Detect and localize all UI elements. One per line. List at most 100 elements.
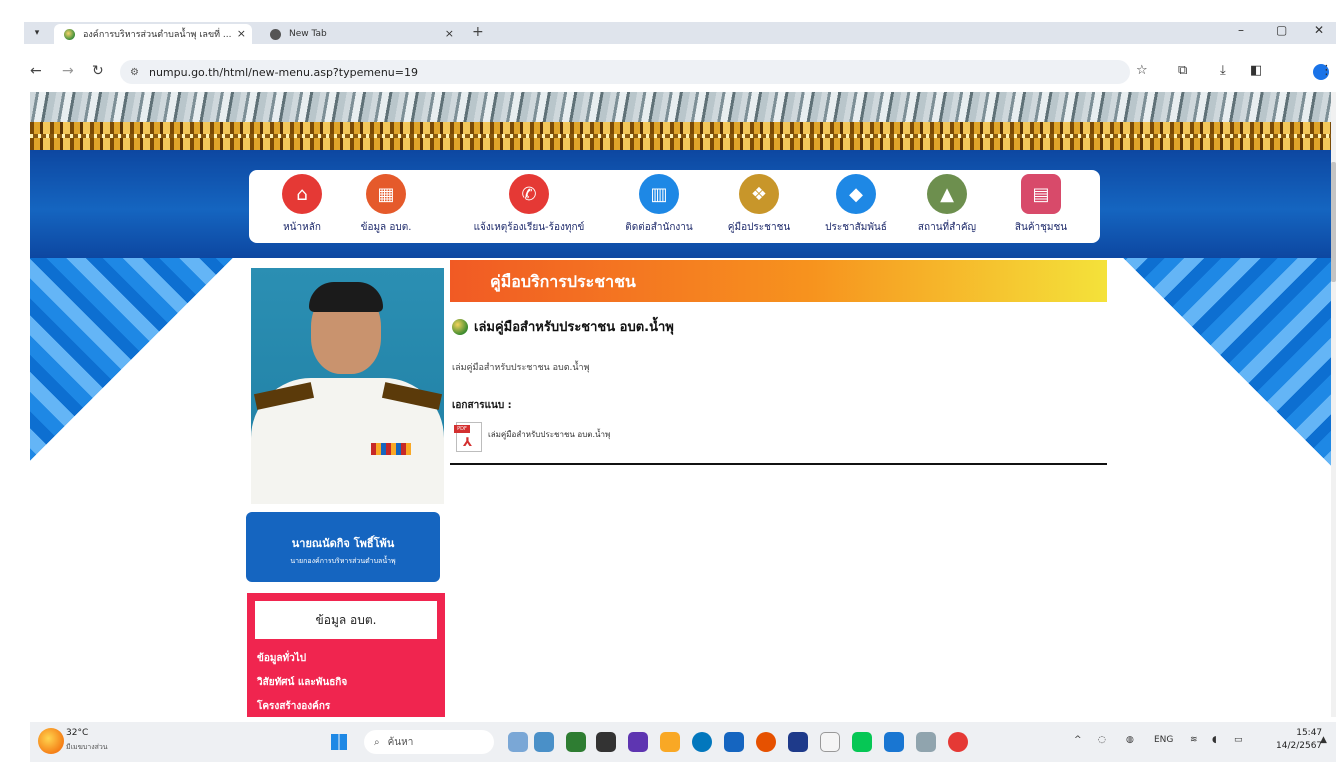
tab-new-tab[interactable]: New Tab × <box>260 24 460 44</box>
search-icon: ⌕ <box>374 736 380 748</box>
menu-item-label: ข้อมูล อบต. <box>360 222 412 233</box>
reload-button[interactable]: ↻ <box>92 63 104 79</box>
tab-close-icon[interactable]: × <box>237 27 246 40</box>
menu-item-places[interactable]: ▲ สถานที่สำคัญ <box>905 174 989 235</box>
weather-desc: มีเมฆบางส่วน <box>66 743 108 751</box>
menu-item-label: สินค้าชุมชน <box>1014 222 1068 233</box>
tray-app-icon[interactable]: ◍ <box>1126 735 1134 745</box>
app-icon[interactable] <box>566 732 586 752</box>
info-sidebar-title: ข้อมูล อบต. <box>255 601 437 639</box>
menu-item-label: หน้าหลัก <box>283 222 321 233</box>
weather-icon[interactable] <box>38 728 64 754</box>
header-banner-image <box>30 92 1331 122</box>
back-button[interactable]: ← <box>30 63 42 79</box>
extensions-icon[interactable]: ⧉ <box>1178 63 1187 78</box>
attachment-link[interactable]: เล่มคู่มือสำหรับประชาชน อบต.น้ำพุ <box>488 428 610 441</box>
document-title: เล่มคู่มือสำหรับประชาชน อบต.น้ำพุ <box>452 316 674 337</box>
restore-button[interactable]: ▢ <box>1276 23 1287 37</box>
wifi-icon[interactable]: ≋ <box>1190 735 1198 745</box>
sidebar-link-structure[interactable]: โครงสร้างองค์กร <box>257 699 330 714</box>
mayor-name-card: นายณนัดกิจ โพธิ์โพ้น นายกองค์การบริหารส่… <box>246 512 440 582</box>
tab-active[interactable]: องค์การบริหารส่วนตำบลน้ำพุ เลขที่ ... × <box>54 24 252 44</box>
decorative-pattern-right <box>1108 258 1331 468</box>
more-icon[interactable]: ⋮ <box>1320 63 1333 78</box>
tab-title: New Tab <box>289 29 327 39</box>
tab-search-button[interactable]: ▾ <box>28 25 46 41</box>
attachment-label: เอกสารแนบ : <box>452 400 512 411</box>
dropbox-icon[interactable] <box>788 732 808 752</box>
menu-item-label: คู่มือประชาชน <box>727 222 791 233</box>
tab-close-icon[interactable]: × <box>445 27 454 40</box>
document-title-text: เล่มคู่มือสำหรับประชาชน อบต.น้ำพุ <box>474 320 674 335</box>
decorative-pattern-left <box>30 258 242 468</box>
menu-item-pr[interactable]: ◆ ประชาสัมพันธ์ <box>811 174 901 235</box>
tray-chevron-icon[interactable]: ^ <box>1074 735 1082 745</box>
notification-icon[interactable]: ▲ <box>1320 735 1327 745</box>
content-heading: คู่มือบริการประชาชน <box>490 272 636 291</box>
chrome-icon[interactable] <box>948 732 968 752</box>
menu-item-manual[interactable]: ❖ คู่มือประชาชน <box>717 174 801 235</box>
search-placeholder: ค้นหา <box>387 736 414 748</box>
line-icon[interactable] <box>852 732 872 752</box>
new-tab-button[interactable]: + <box>472 24 484 40</box>
document-description: เล่มคู่มือสำหรับประชาชน อบต.น้ำพุ <box>452 363 590 373</box>
menu-item-home[interactable]: ⌂ หน้าหลัก <box>277 174 327 235</box>
start-button[interactable] <box>331 734 347 750</box>
edge-icon[interactable] <box>692 732 712 752</box>
tray-app-icon[interactable]: ◌ <box>1098 735 1106 745</box>
mayor-position: นายกองค์การบริหารส่วนตำบลน้ำพุ <box>290 557 396 565</box>
shop-icon: ▤ <box>1021 174 1061 214</box>
pdf-icon[interactable]: PDF ⅄ <box>454 422 482 452</box>
place-icon: ▲ <box>927 174 967 214</box>
menu-item-complaint[interactable]: ✆ แจ้งเหตุร้องเรียน-ร้องทุกข์ <box>455 174 603 235</box>
window-close-button[interactable]: ✕ <box>1314 23 1324 37</box>
volume-icon[interactable]: ◖ <box>1212 735 1217 745</box>
language-indicator[interactable]: ENG <box>1154 735 1173 745</box>
manual-icon: ❖ <box>739 174 779 214</box>
star-icon[interactable]: ☆ <box>1136 63 1148 78</box>
battery-icon[interactable]: ▭ <box>1234 735 1243 745</box>
mayor-name: นายณนัดกิจ โพธิ์โพ้น <box>291 537 395 550</box>
menu-item-info[interactable]: ▦ ข้อมูล อบต. <box>353 174 419 235</box>
site-info-icon[interactable]: ⚙ <box>130 67 139 78</box>
announce-icon: ◆ <box>836 174 876 214</box>
web-page: ⌂ หน้าหลัก ▦ ข้อมูล อบต. ✆ แจ้งเหตุร้องเ… <box>30 92 1331 717</box>
mayor-portrait <box>251 268 444 504</box>
taskbar-search[interactable]: ⌕ ค้นหา <box>364 730 494 754</box>
menu-item-products[interactable]: ▤ สินค้าชุมชน <box>1001 174 1081 235</box>
store-icon[interactable] <box>724 732 744 752</box>
menu-item-label: สถานที่สำคัญ <box>917 222 977 233</box>
sidebar-link-general[interactable]: ข้อมูลทั่วไป <box>257 651 306 666</box>
app-icon[interactable] <box>628 732 648 752</box>
clock-time: 15:47 <box>1296 728 1323 738</box>
menu-item-contact[interactable]: ▥ ติดต่อสำนักงาน <box>611 174 707 235</box>
phone-icon: ✆ <box>509 174 549 214</box>
sidepanel-icon[interactable]: ◧ <box>1250 63 1262 78</box>
folder-icon[interactable] <box>660 732 680 752</box>
content-divider <box>450 463 1107 465</box>
minimize-button[interactable]: – <box>1238 23 1244 37</box>
menu-item-label: ติดต่อสำนักงาน <box>625 222 693 233</box>
menu-item-label: ประชาสัมพันธ์ <box>825 222 887 233</box>
app-icon[interactable] <box>534 732 554 752</box>
app-icon[interactable] <box>884 732 904 752</box>
taskbar-clock[interactable]: 15:47 14/2/2567 <box>1276 727 1322 753</box>
app-icon[interactable] <box>508 732 528 752</box>
screen: ▾ องค์การบริหารส่วนตำบลน้ำพุ เลขที่ ... … <box>0 0 1336 768</box>
app-icon[interactable] <box>916 732 936 752</box>
url-text: numpu.go.th/html/new-menu.asp?typemenu=1… <box>148 65 418 79</box>
amazon-icon[interactable] <box>820 732 840 752</box>
sidebar-link-vision[interactable]: วิสัยทัศน์ และพันธกิจ <box>257 675 347 690</box>
globe-icon <box>270 28 281 40</box>
building-icon: ▦ <box>366 174 406 214</box>
forward-button[interactable]: → <box>62 63 74 79</box>
browser-toolbar: ← → ↻ ⚙ numpu.go.th/html/new-menu.asp?ty… <box>24 58 1336 86</box>
app-icon[interactable] <box>596 732 616 752</box>
address-bar[interactable]: ⚙ numpu.go.th/html/new-menu.asp?typemenu… <box>120 60 1130 84</box>
pdf-tag: PDF <box>454 425 470 433</box>
page-scrollbar[interactable] <box>1331 92 1336 717</box>
site-favicon-icon <box>64 28 75 40</box>
download-icon[interactable]: ⤓ <box>1220 63 1226 78</box>
main-menu: ⌂ หน้าหลัก ▦ ข้อมูล อบต. ✆ แจ้งเหตุร้องเ… <box>249 170 1100 243</box>
firefox-icon[interactable] <box>756 732 776 752</box>
